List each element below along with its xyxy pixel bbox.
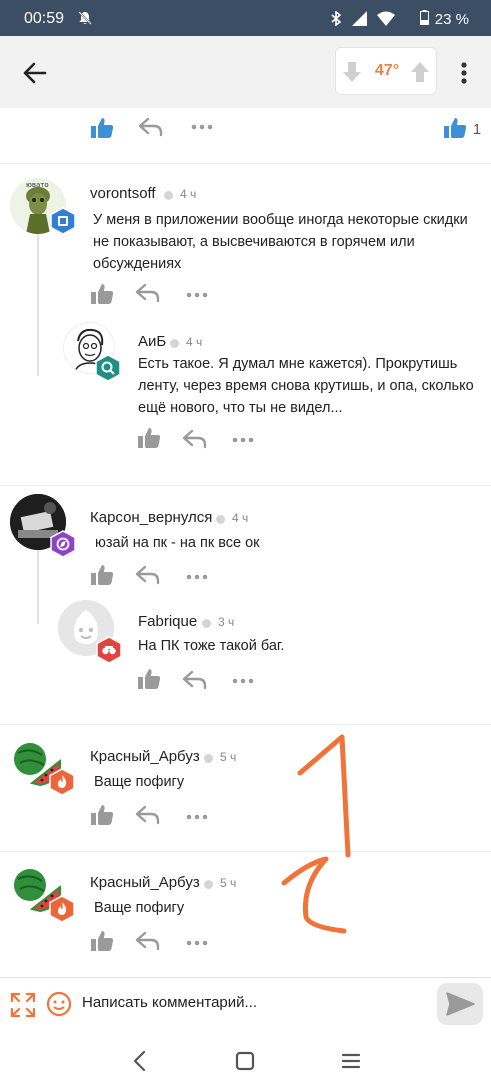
- status-bar: 00:59 23 %: [0, 0, 491, 36]
- comment-time: 5 ч: [220, 750, 237, 764]
- time-dot: [202, 619, 211, 628]
- comment-text: Есть такое. Я думал мне кажется). Прокру…: [138, 356, 474, 416]
- comment-author[interactable]: Карсон_вернулся: [90, 509, 212, 526]
- wifi-icon: [377, 11, 395, 31]
- handwritten-annotation-2: [280, 855, 370, 940]
- more-dots-icon[interactable]: [232, 673, 254, 694]
- thread-divider: [0, 485, 491, 486]
- comment-time: 3 ч: [218, 615, 235, 629]
- comment-time: 4 ч: [232, 511, 249, 525]
- like-button[interactable]: [90, 564, 114, 591]
- comment-author[interactable]: АиБ: [138, 333, 166, 350]
- system-nav-bar: [0, 1031, 491, 1090]
- reply-icon[interactable]: [135, 805, 161, 830]
- like-button[interactable]: [90, 930, 114, 957]
- time-dot: [164, 191, 173, 200]
- bluetooth-icon: [330, 10, 342, 31]
- comment-author[interactable]: Красный_Арбуз: [90, 874, 200, 891]
- level-badge-icon: [50, 530, 76, 563]
- reply-icon[interactable]: [182, 670, 208, 695]
- thread-divider: [0, 851, 491, 852]
- time-dot: [204, 880, 213, 889]
- like-count: 1: [473, 122, 482, 138]
- comment-time: 4 ч: [180, 187, 197, 201]
- vote-up-icon[interactable]: [410, 61, 430, 88]
- like-button[interactable]: [90, 283, 114, 310]
- time-dot: [204, 754, 213, 763]
- time-dot: [216, 515, 225, 524]
- like-button[interactable]: [90, 804, 114, 831]
- handwritten-annotation-1: [290, 725, 370, 865]
- comment-time: 4 ч: [186, 335, 203, 349]
- thread-divider: [0, 163, 491, 164]
- reply-icon[interactable]: [138, 117, 164, 142]
- thread-line: [37, 550, 39, 624]
- more-dots-icon[interactable]: [186, 809, 208, 830]
- like-count-icon[interactable]: [443, 117, 467, 144]
- level-badge-icon: [50, 207, 76, 240]
- comment-input[interactable]: Написать комментарий...: [82, 994, 257, 1011]
- more-options-icon[interactable]: [452, 58, 476, 88]
- time-dot: [170, 339, 179, 348]
- comment-input-bar: Написать комментарий...: [0, 977, 491, 1031]
- comment-time: 5 ч: [220, 876, 237, 890]
- svg-text:ювато: ювато: [26, 181, 49, 189]
- level-badge-icon: [49, 895, 75, 928]
- nav-recents-icon[interactable]: [341, 1052, 361, 1075]
- battery-icon: [419, 10, 429, 29]
- expand-icon[interactable]: [10, 992, 36, 1023]
- more-dots-icon[interactable]: [232, 432, 254, 453]
- comment-text: У меня в приложении вообще иногда некото…: [93, 212, 468, 272]
- post-toolbar: 47°: [0, 36, 491, 108]
- comment-text: На ПК тоже такой баг.: [138, 638, 285, 654]
- more-dots-icon[interactable]: [186, 569, 208, 590]
- battery-percent: 23 %: [434, 11, 469, 28]
- more-dots-icon[interactable]: [186, 935, 208, 956]
- like-button[interactable]: [137, 427, 161, 454]
- comment-text: юзай на пк - на пк все ок: [95, 535, 260, 551]
- like-button[interactable]: [137, 668, 161, 695]
- back-arrow-icon[interactable]: [20, 58, 50, 88]
- reply-icon[interactable]: [135, 283, 161, 308]
- nav-back-icon[interactable]: [130, 1050, 150, 1077]
- reply-icon[interactable]: [135, 565, 161, 590]
- level-badge-icon: [49, 768, 75, 801]
- send-button[interactable]: [437, 983, 483, 1025]
- comment-author[interactable]: vorontsoff: [90, 185, 156, 202]
- post-rating-box: 47°: [335, 47, 437, 95]
- like-button[interactable]: [90, 117, 114, 144]
- thread-divider: [0, 724, 491, 725]
- status-time: 00:59: [24, 10, 65, 27]
- bell-muted-icon: [78, 11, 92, 30]
- reply-icon[interactable]: [182, 429, 208, 454]
- more-dots-icon[interactable]: [191, 119, 213, 140]
- nav-home-icon[interactable]: [235, 1051, 255, 1076]
- emoji-icon[interactable]: [46, 991, 72, 1022]
- level-badge-icon: [95, 354, 121, 387]
- more-dots-icon[interactable]: [186, 287, 208, 308]
- thread-line: [37, 226, 39, 376]
- comment-author[interactable]: Красный_Арбуз: [90, 748, 200, 765]
- reply-icon[interactable]: [135, 931, 161, 956]
- level-badge-icon: [96, 636, 122, 669]
- comment-author[interactable]: Fabrique: [138, 613, 197, 630]
- send-icon: [446, 992, 475, 1016]
- signal-icon: [352, 11, 367, 31]
